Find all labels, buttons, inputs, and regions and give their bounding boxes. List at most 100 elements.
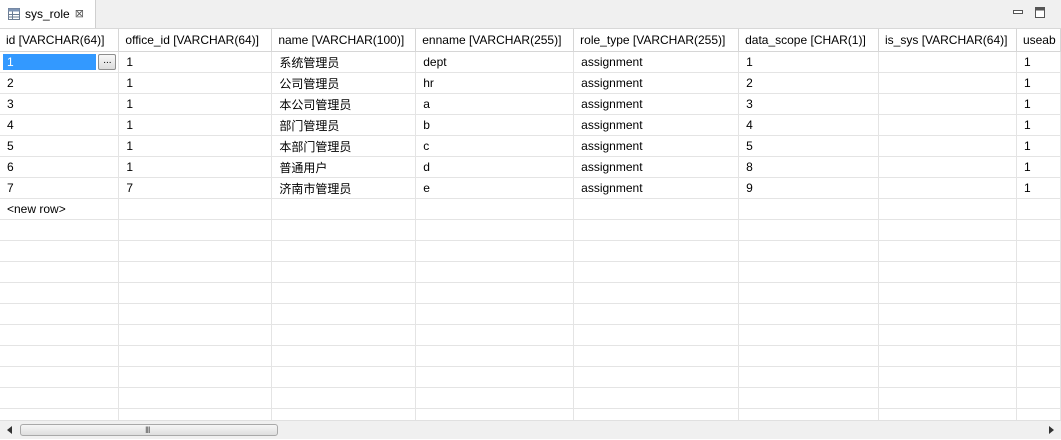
table-cell[interactable]: 5: [738, 135, 880, 157]
tab-sys-role[interactable]: sys_role ⊠: [0, 0, 96, 28]
table-row[interactable]: 5 1 本部门管理员 c assignment 5 1: [0, 135, 1061, 157]
scroll-left-icon[interactable]: [5, 425, 15, 435]
table-cell[interactable]: 1: [118, 135, 273, 157]
column-header[interactable]: useab: [1016, 29, 1061, 52]
close-tab-icon[interactable]: ⊠: [75, 8, 84, 20]
cell-editor-button[interactable]: ...: [98, 54, 117, 70]
table-cell[interactable]: 1: [118, 93, 273, 115]
selected-cell-value[interactable]: 1: [3, 54, 96, 70]
table-cell[interactable]: 系统管理员: [271, 51, 417, 73]
table-cell[interactable]: 1: [1016, 72, 1061, 94]
column-header[interactable]: is_sys [VARCHAR(64)]: [878, 29, 1017, 52]
table-cell[interactable]: a: [415, 93, 575, 115]
minimize-icon[interactable]: [1012, 6, 1024, 18]
table-cell[interactable]: 1: [1016, 177, 1061, 199]
table-icon: [8, 8, 20, 20]
table-cell[interactable]: 1: [1016, 135, 1061, 157]
table-cell[interactable]: assignment: [573, 51, 740, 73]
table-cell[interactable]: 公司管理员: [271, 72, 417, 94]
table-cell[interactable]: 1: [1016, 156, 1061, 178]
table-cell[interactable]: d: [415, 156, 575, 178]
table-cell[interactable]: 济南市管理员: [271, 177, 417, 199]
maximize-icon[interactable]: [1034, 6, 1046, 18]
table-cell[interactable]: 普通用户: [271, 156, 417, 178]
empty-cell[interactable]: [118, 198, 273, 220]
column-header[interactable]: role_type [VARCHAR(255)]: [573, 29, 740, 52]
empty-cell: [0, 387, 120, 409]
empty-cell: [271, 219, 417, 241]
table-cell[interactable]: 1: [118, 51, 273, 73]
empty-cell[interactable]: [415, 198, 575, 220]
table-cell[interactable]: assignment: [573, 177, 740, 199]
table-cell[interactable]: 5: [0, 135, 120, 157]
table-cell[interactable]: hr: [415, 72, 575, 94]
table-cell[interactable]: 1: [1016, 93, 1061, 115]
table-cell[interactable]: 3: [738, 93, 880, 115]
table-cell[interactable]: 1: [118, 114, 273, 136]
table-cell[interactable]: 1: [1016, 51, 1061, 73]
empty-cell[interactable]: [573, 198, 740, 220]
table-cell[interactable]: 本部门管理员: [271, 135, 417, 157]
table-cell[interactable]: 6: [0, 156, 120, 178]
table-cell[interactable]: e: [415, 177, 575, 199]
table-cell[interactable]: assignment: [573, 135, 740, 157]
table-cell[interactable]: assignment: [573, 156, 740, 178]
table-cell[interactable]: [878, 51, 1017, 73]
horizontal-scrollbar[interactable]: III: [0, 420, 1061, 439]
table-cell[interactable]: [878, 156, 1017, 178]
column-header[interactable]: name [VARCHAR(100)]: [271, 29, 417, 52]
empty-cell[interactable]: [1016, 198, 1061, 220]
empty-cell: [738, 261, 880, 283]
table-cell[interactable]: 2: [738, 72, 880, 94]
table-cell[interactable]: 1: [118, 72, 273, 94]
table-row[interactable]: 6 1 普通用户 d assignment 8 1: [0, 156, 1061, 178]
table-cell[interactable]: 8: [738, 156, 880, 178]
table-row[interactable]: 3 1 本公司管理员 a assignment 3 1: [0, 93, 1061, 115]
empty-cell: [118, 324, 273, 346]
table-cell[interactable]: c: [415, 135, 575, 157]
table-cell[interactable]: [878, 72, 1017, 94]
empty-cell: [878, 240, 1017, 262]
column-header[interactable]: enname [VARCHAR(255)]: [415, 29, 575, 52]
column-header[interactable]: office_id [VARCHAR(64)]: [118, 29, 273, 52]
table-cell[interactable]: assignment: [573, 93, 740, 115]
new-row-label[interactable]: <new row>: [0, 198, 120, 220]
scrollbar-thumb[interactable]: III: [20, 424, 278, 436]
empty-cell[interactable]: [271, 198, 417, 220]
table-cell[interactable]: b: [415, 114, 575, 136]
empty-cell[interactable]: [878, 198, 1017, 220]
table-cell[interactable]: 本公司管理员: [271, 93, 417, 115]
table-cell[interactable]: [878, 135, 1017, 157]
table-cell[interactable]: 4: [0, 114, 120, 136]
table-cell[interactable]: 4: [738, 114, 880, 136]
table-cell[interactable]: assignment: [573, 72, 740, 94]
table-cell[interactable]: 7: [118, 177, 273, 199]
table-cell[interactable]: 部门管理员: [271, 114, 417, 136]
empty-cell: [271, 303, 417, 325]
table-cell[interactable]: 3: [0, 93, 120, 115]
table-cell[interactable]: dept: [415, 51, 575, 73]
table-cell[interactable]: 2: [0, 72, 120, 94]
table-row[interactable]: 2 1 公司管理员 hr assignment 2 1: [0, 72, 1061, 94]
new-row[interactable]: <new row>: [0, 198, 1061, 220]
table-cell[interactable]: [878, 114, 1017, 136]
table-row[interactable]: 4 1 部门管理员 b assignment 4 1: [0, 114, 1061, 136]
empty-cell[interactable]: [738, 198, 880, 220]
table-cell[interactable]: [878, 177, 1017, 199]
table-cell[interactable]: 1: [738, 51, 880, 73]
selected-cell[interactable]: 1...: [0, 51, 120, 73]
empty-cell: [1016, 303, 1061, 325]
table-cell[interactable]: 1: [1016, 114, 1061, 136]
column-header[interactable]: data_scope [CHAR(1)]: [738, 29, 880, 52]
table-row[interactable]: 7 7 济南市管理员 e assignment 9 1: [0, 177, 1061, 199]
empty-row: [0, 408, 1061, 420]
table-cell[interactable]: 1: [118, 156, 273, 178]
table-cell[interactable]: 7: [0, 177, 120, 199]
table-cell[interactable]: 9: [738, 177, 880, 199]
column-header[interactable]: id [VARCHAR(64)]: [0, 29, 120, 52]
table-row[interactable]: 1... 1 系统管理员 dept assignment 1 1: [0, 51, 1061, 73]
result-grid[interactable]: id [VARCHAR(64)] office_id [VARCHAR(64)] n…: [0, 29, 1061, 420]
table-cell[interactable]: assignment: [573, 114, 740, 136]
table-cell[interactable]: [878, 93, 1017, 115]
scroll-right-icon[interactable]: [1046, 425, 1056, 435]
